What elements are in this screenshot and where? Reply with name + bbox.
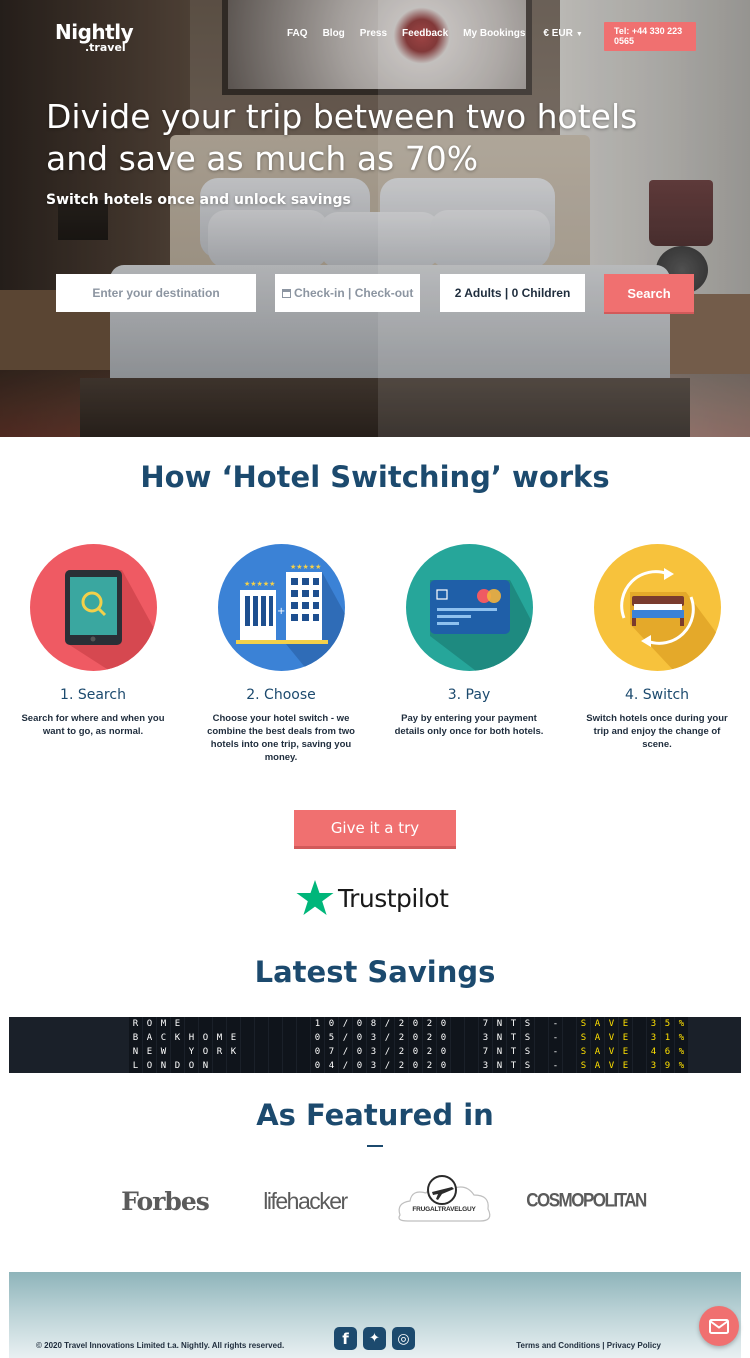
- hero-light-split: [378, 0, 750, 437]
- dates-input[interactable]: Check-in | Check-out: [275, 274, 420, 312]
- top-nav: FAQ Blog Press Feedback My Bookings € EU…: [287, 28, 598, 39]
- svg-text:★★★★★: ★★★★★: [290, 563, 321, 571]
- forbes-logo: Forbes: [121, 1186, 210, 1216]
- destination-input[interactable]: Enter your destination: [56, 274, 256, 312]
- currency-label: € EUR: [543, 28, 573, 39]
- step-switch: 4. Switch Switch hotels once during your…: [572, 544, 742, 751]
- savings-date: 1 0/0 8/2 0 2 0: [311, 1017, 451, 1031]
- phone-button[interactable]: Tel: +44 330 223 0565: [604, 22, 696, 51]
- step-description: Pay by entering your payment details onl…: [394, 713, 544, 737]
- savings-row: BACKHOME 0 5/0 3/2 0 2 0 3NTS - SAVE 3 1%: [129, 1031, 689, 1045]
- facebook-icon[interactable]: f: [334, 1327, 357, 1350]
- savings-row: LONDON 0 4/0 3/2 0 2 0 3NTS - SAVE 3 9%: [129, 1059, 689, 1073]
- step-description: Switch hotels once during your trip and …: [586, 713, 728, 750]
- savings-row: ROME 1 0/0 8/2 0 2 0 7NTS - SAVE 3 5%: [129, 1017, 689, 1031]
- savings-city: LONDON: [129, 1059, 311, 1073]
- savings-percent: SAVE 4 6%: [577, 1045, 689, 1059]
- savings-board: ROME 1 0/0 8/2 0 2 0 7NTS - SAVE 3 5% B A C K H O M E …: [9, 1017, 741, 1073]
- hero-banner: Nightly .travel FAQ Blog Press Feedback …: [0, 0, 750, 437]
- savings-date: 0 7/0 3/2 0 2 0: [311, 1045, 451, 1059]
- calendar-icon: [282, 288, 291, 298]
- savings-percent: SAVE 3 9%: [577, 1059, 689, 1073]
- nav-feedback[interactable]: Feedback: [402, 28, 448, 39]
- cosmopolitan-logo: COSMOPOLITAN: [526, 1189, 647, 1212]
- nav-press[interactable]: Press: [360, 28, 387, 39]
- how-it-works-title: How ‘Hotel Switching’ works: [140, 460, 610, 494]
- currency-selector[interactable]: € EUR ▼: [543, 28, 582, 39]
- savings-percent: SAVE 3 5%: [577, 1017, 689, 1031]
- social-links: f ✦ ◎: [334, 1327, 415, 1350]
- logo[interactable]: Nightly .travel: [55, 20, 134, 54]
- featured-title: As Featured in: [256, 1098, 494, 1132]
- trustpilot-label: Trustpilot: [338, 883, 449, 913]
- latest-savings-title: Latest Savings: [254, 955, 496, 989]
- step-search: 1. Search Search for where and when you …: [8, 544, 178, 738]
- bed-switch-icon: [593, 544, 721, 671]
- nav-blog[interactable]: Blog: [323, 28, 345, 39]
- savings-city: NEW YORK: [129, 1045, 311, 1059]
- search-button[interactable]: Search: [604, 274, 694, 312]
- savings-city: ROME: [129, 1017, 311, 1031]
- footer: © 2020 Travel Innovations Limited t.a. N…: [9, 1272, 741, 1358]
- savings-nights: 3NTS -: [451, 1059, 577, 1073]
- dates-placeholder: Check-in | Check-out: [294, 286, 414, 300]
- nav-faq[interactable]: FAQ: [287, 28, 308, 39]
- savings-date: 0 4/0 3/2 0 2 0: [311, 1059, 451, 1073]
- step-title: 1. Search: [60, 687, 126, 703]
- frugaltravelguy-label: FRUGALTRAVELGUY: [412, 1206, 476, 1213]
- step-title: 4. Switch: [624, 687, 690, 703]
- tablet-search-icon: [29, 544, 157, 671]
- frugaltravelguy-logo: FRUGALTRAVELGUY: [392, 1175, 496, 1227]
- savings-percent: SAVE 3 1%: [577, 1031, 689, 1045]
- star-icon: [296, 880, 334, 915]
- instagram-icon[interactable]: ◎: [392, 1327, 415, 1350]
- hero-subtitle: Switch hotels once and unlock savings: [46, 192, 351, 208]
- copyright: © 2020 Travel Innovations Limited t.a. N…: [36, 1341, 285, 1350]
- svg-text:+: +: [277, 606, 285, 617]
- step-description: Choose your hotel switch - we combine th…: [207, 713, 355, 763]
- savings-date: 0 5/0 3/2 0 2 0: [311, 1031, 451, 1045]
- step-title: 3. Pay: [447, 687, 491, 703]
- step-title: 2. Choose: [246, 687, 316, 703]
- nav-my-bookings[interactable]: My Bookings: [463, 28, 525, 39]
- footer-links[interactable]: Terms and Conditions | Privacy Policy: [516, 1341, 661, 1350]
- savings-row: NEW YORK 0 7/0 3/2 0 2 0 7NTS - SAVE 4 6%: [129, 1045, 689, 1059]
- twitter-icon[interactable]: ✦: [363, 1327, 386, 1350]
- savings-nights: 7NTS -: [451, 1045, 577, 1059]
- mail-icon[interactable]: [699, 1306, 739, 1346]
- featured-divider: [367, 1145, 383, 1147]
- hero-title: Divide your trip between two hotels and …: [46, 97, 638, 178]
- savings-nights: 7NTS -: [451, 1017, 577, 1031]
- trustpilot-logo[interactable]: Trustpilot: [296, 880, 449, 916]
- svg-text:★★★★★: ★★★★★: [244, 580, 275, 588]
- savings-nights: 3NTS -: [451, 1031, 577, 1045]
- chevron-down-icon: ▼: [575, 31, 583, 38]
- credit-card-icon: [405, 544, 533, 671]
- give-it-a-try-button[interactable]: Give it a try: [294, 810, 456, 846]
- lifehacker-logo: lifehacker: [263, 1187, 348, 1214]
- hotels-icon: ★★★★★ ★★★★★ +: [217, 544, 345, 671]
- savings-city: BACKHOME: [129, 1031, 311, 1045]
- step-pay: 3. Pay Pay by entering your payment deta…: [384, 544, 554, 738]
- step-choose: ★★★★★ ★★★★★ + 2. Choose Choose your hote…: [196, 544, 366, 764]
- step-description: Search for where and when you want to go…: [21, 713, 165, 737]
- guests-selector[interactable]: 2 Adults | 0 Children: [440, 274, 585, 312]
